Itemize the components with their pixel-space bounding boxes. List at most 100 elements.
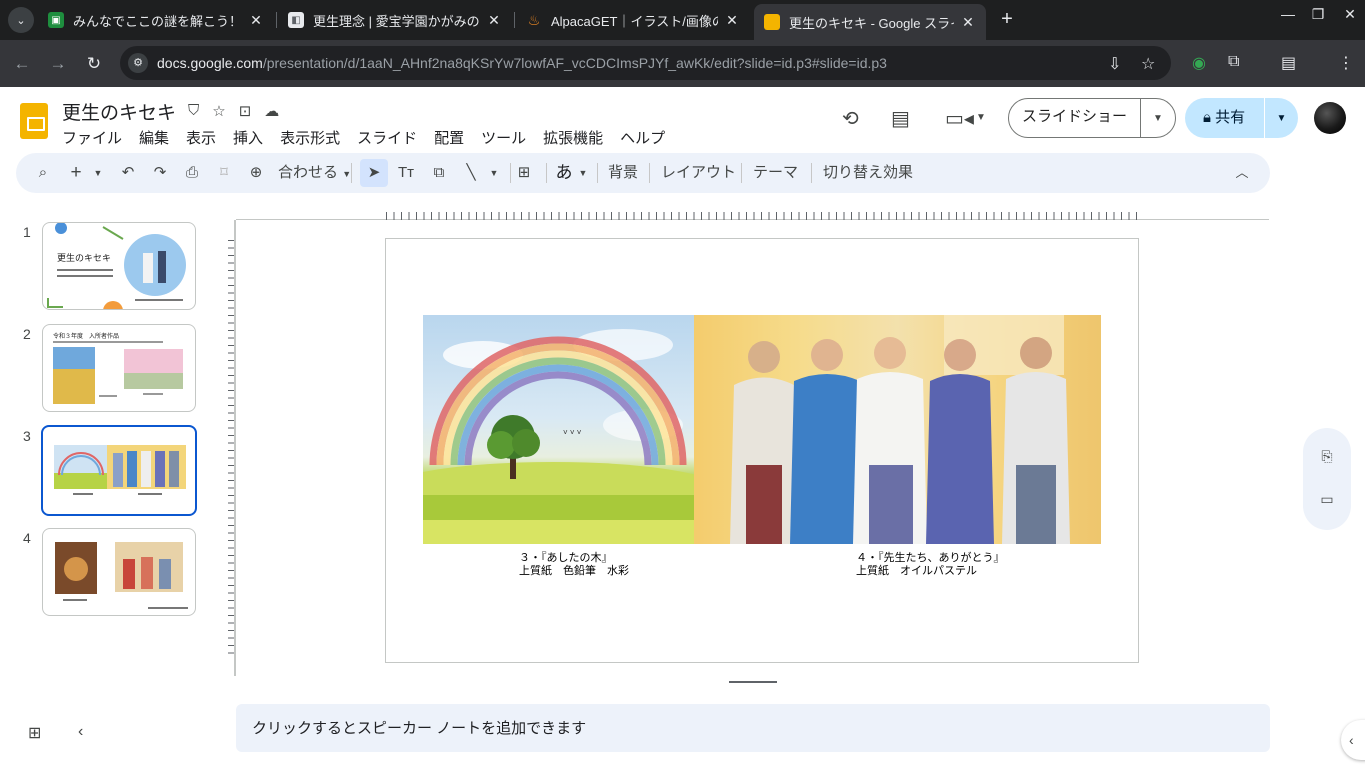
fire-icon: ♨ xyxy=(527,11,541,28)
input-tools-button[interactable]: あ xyxy=(554,153,574,193)
slide-thumbnail-4[interactable] xyxy=(42,528,196,616)
forward-icon[interactable]: → xyxy=(46,52,70,76)
image-shapes-icon[interactable]: ⧉ xyxy=(428,153,450,193)
redo-icon[interactable]: ↷ xyxy=(149,153,171,193)
slides-logo[interactable] xyxy=(20,103,48,139)
minimize-icon[interactable]: — xyxy=(1278,6,1298,22)
chevron-down-icon[interactable]: ▼ xyxy=(488,153,500,193)
back-icon[interactable]: ← xyxy=(10,52,34,76)
lock-icon: 🔒︎ xyxy=(1203,109,1216,126)
menu-help[interactable]: ヘルプ xyxy=(620,127,665,148)
star-icon[interactable]: ☆ xyxy=(212,102,225,120)
slide-number: 3 xyxy=(23,428,31,444)
thumbnail-2-art: 令和３年度 入所者作品 xyxy=(53,332,183,404)
select-cursor-icon[interactable]: ➤ xyxy=(360,159,388,187)
zoom-select[interactable]: 合わせる ▼ xyxy=(278,153,351,193)
menu-view[interactable]: 表示 xyxy=(186,127,216,148)
extension-icon[interactable]: ◉ xyxy=(1192,53,1206,73)
browser-tab-1[interactable]: ▣ みんなでここの謎を解こう！ ✕ xyxy=(38,4,274,36)
menu-tools[interactable]: ツール xyxy=(481,127,526,148)
install-app-icon[interactable]: ⇩ xyxy=(1108,54,1121,74)
menu-insert[interactable]: 挿入 xyxy=(233,127,263,148)
extensions-puzzle-icon[interactable]: ⧉ xyxy=(1228,53,1239,71)
menu-file[interactable]: ファイル xyxy=(62,127,122,148)
artwork-doctors[interactable] xyxy=(694,315,1101,544)
collapse-menus-icon[interactable]: ︿ xyxy=(1231,153,1253,193)
close-window-icon[interactable]: ✕ xyxy=(1340,6,1360,23)
collapse-filmstrip-icon[interactable]: ‹ xyxy=(78,723,83,741)
undo-icon[interactable]: ↶ xyxy=(117,153,139,193)
add-comment-icon[interactable]: ⊞ xyxy=(513,153,535,193)
avatar[interactable] xyxy=(1314,102,1346,134)
menu-format[interactable]: 表示形式 xyxy=(280,127,340,148)
chevron-down-icon[interactable]: ▼ xyxy=(1141,113,1175,124)
browser-tab-4-active[interactable]: 更生のキセキ - Google スライド ✕ xyxy=(754,4,986,40)
close-tab-icon[interactable]: ✕ xyxy=(960,14,976,31)
reload-icon[interactable]: ↻ xyxy=(82,52,106,76)
ruler-ticks xyxy=(228,240,234,660)
close-tab-icon[interactable]: ✕ xyxy=(724,12,740,29)
menu-slide[interactable]: スライド xyxy=(357,127,417,148)
chevron-down-icon[interactable]: ▼ xyxy=(1265,113,1298,124)
browser-tab-2[interactable]: ◧ 更生理念 | 愛宝学園かがみの ✕ xyxy=(278,4,512,36)
svg-text:更生のキセキ: 更生のキセキ xyxy=(57,252,111,264)
caption-right[interactable]: ４・『先生たち、ありがとう』 上質紙 オイルパステル xyxy=(856,552,1005,578)
slide-thumbnail-2[interactable]: 令和３年度 入所者作品 xyxy=(42,324,196,412)
slide-thumbnail-1[interactable]: 更生のキセキ xyxy=(42,222,196,310)
folder-icon[interactable]: ▭ xyxy=(1317,491,1337,511)
browser-tab-3[interactable]: ♨ AlpacaGET｜イラスト/画像の ✕ xyxy=(516,4,750,36)
slide-canvas[interactable]: ˅ ˅ ˅ ３・『あしたの木』 上質紙 色鉛筆 水彩 ４・『先生たち、ありがとう… xyxy=(385,238,1139,663)
line-icon[interactable]: ╲ xyxy=(460,153,482,193)
chevron-down-icon[interactable]: ▼ xyxy=(577,153,589,193)
restore-icon[interactable]: ❐ xyxy=(1308,6,1328,23)
expand-side-panel-icon[interactable]: ‹ xyxy=(1341,720,1365,760)
thumbnail-1-art: 更生のキセキ xyxy=(47,223,186,309)
chevron-down-icon[interactable]: ▼ xyxy=(976,112,986,123)
slide-thumbnail-3-selected[interactable] xyxy=(41,425,197,516)
slide-number: 4 xyxy=(23,530,31,546)
zoom-icon[interactable]: ⊕ xyxy=(245,153,267,193)
paint-format-icon[interactable]: ⌑ xyxy=(213,153,235,193)
shield-icon[interactable]: ⛉ xyxy=(188,102,199,120)
notes-resize-handle[interactable] xyxy=(729,681,777,683)
move-folder-icon[interactable]: ⊡ xyxy=(239,102,252,120)
caption-left[interactable]: ３・『あしたの木』 上質紙 色鉛筆 水彩 xyxy=(519,552,629,578)
keep-notes-icon[interactable]: ⎘ xyxy=(1317,448,1337,468)
layout-button[interactable]: レイアウト xyxy=(661,153,736,193)
slides-icon xyxy=(764,14,780,30)
share-button[interactable]: 🔒︎ 共有 ▼ xyxy=(1185,98,1298,138)
url-text[interactable]: docs.google.com/presentation/d/1aaN_AHnf… xyxy=(157,55,887,71)
print-icon[interactable]: ⎙ xyxy=(181,153,203,193)
version-history-icon[interactable]: ⟲ xyxy=(842,106,859,131)
transition-button[interactable]: 切り替え効果 xyxy=(823,153,913,193)
new-slide-icon[interactable]: + xyxy=(66,153,86,193)
menu-arrange[interactable]: 配置 xyxy=(434,127,464,148)
tab-search-button[interactable]: ⌄ xyxy=(8,7,34,33)
site-info-icon[interactable]: ⚙ xyxy=(128,53,148,73)
background-button[interactable]: 背景 xyxy=(608,153,638,193)
tab-divider xyxy=(514,12,515,28)
comments-icon[interactable]: ▤ xyxy=(891,106,910,131)
page-icon: ◧ xyxy=(288,12,304,28)
search-menus-icon[interactable]: ⌕ xyxy=(32,153,54,193)
text-box-icon[interactable]: Tт xyxy=(395,153,417,193)
menu-extensions[interactable]: 拡張機能 xyxy=(543,127,603,148)
document-title[interactable]: 更生のキセキ xyxy=(62,98,176,125)
address-bar[interactable]: ⚙ docs.google.com/presentation/d/1aaN_AH… xyxy=(120,46,1171,80)
bookmark-star-icon[interactable]: ☆ xyxy=(1141,54,1155,74)
browser-menu-icon[interactable]: ⋮ xyxy=(1338,53,1354,73)
menu-edit[interactable]: 編集 xyxy=(139,127,169,148)
reading-mode-icon[interactable]: ▤ xyxy=(1281,53,1296,73)
close-tab-icon[interactable]: ✕ xyxy=(248,12,264,29)
speaker-notes[interactable]: クリックするとスピーカー ノートを追加できます xyxy=(236,704,1270,752)
grid-view-icon[interactable]: ⊞ xyxy=(28,723,41,743)
slide-number: 1 xyxy=(23,224,31,240)
cloud-status-icon[interactable]: ☁ xyxy=(264,102,279,120)
close-tab-icon[interactable]: ✕ xyxy=(486,12,502,29)
new-tab-button[interactable]: + xyxy=(996,8,1018,30)
slideshow-button[interactable]: スライドショー ▼ xyxy=(1008,98,1176,138)
chevron-down-icon[interactable]: ▼ xyxy=(92,153,104,193)
artwork-rainbow-tree[interactable]: ˅ ˅ ˅ xyxy=(423,315,695,544)
meet-camera-icon[interactable]: ▭◂ xyxy=(945,106,974,131)
theme-button[interactable]: テーマ xyxy=(753,153,798,193)
